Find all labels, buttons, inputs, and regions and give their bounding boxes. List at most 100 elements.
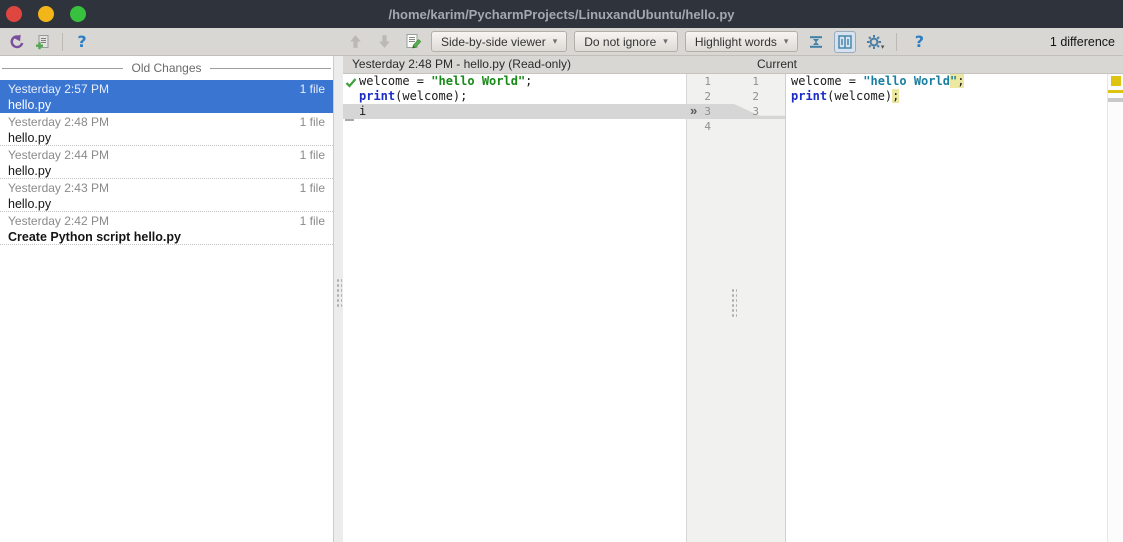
whitespace-policy-dropdown-label: Do not ignore xyxy=(584,34,657,49)
code-token: welcome = xyxy=(359,74,432,88)
viewer-type-dropdown-label: Side-by-side viewer xyxy=(441,34,546,49)
history-item-row: Yesterday 2:42 PM 1 file xyxy=(8,214,325,228)
history-item-row: Yesterday 2:48 PM 1 file xyxy=(8,115,325,129)
chevron-down-icon: ▾ xyxy=(663,36,668,46)
help-icon[interactable]: ? xyxy=(908,31,930,53)
panel-splitter[interactable] xyxy=(333,56,343,542)
splitter-grip-icon xyxy=(336,278,342,308)
edit-source-icon[interactable] xyxy=(402,31,424,53)
line-number: 3 xyxy=(752,105,759,118)
change-chevron-icon: » xyxy=(690,103,698,118)
window-controls xyxy=(6,6,86,22)
titlebar: /home/karim/PycharmProjects/LinuxandUbun… xyxy=(0,0,1123,28)
old-changes-header-label: Old Changes xyxy=(131,61,202,75)
code-token: (welcome); xyxy=(395,89,468,103)
history-item-file-count: 1 file xyxy=(299,214,325,228)
window-title: /home/karim/PycharmProjects/LinuxandUbun… xyxy=(388,6,735,22)
code-token: (welcome) xyxy=(827,89,893,103)
diff-viewer: Yesterday 2:48 PM - hello.py (Read-only)… xyxy=(343,56,1123,542)
history-panel: Old Changes Yesterday 2:57 PM 1 file hello… xyxy=(0,56,333,542)
synchronize-scrolling-toggle[interactable] xyxy=(834,30,857,53)
history-item-row: Yesterday 2:44 PM 1 file xyxy=(8,148,325,162)
previous-difference-icon[interactable] xyxy=(344,31,366,53)
help-icon[interactable]: ? xyxy=(71,31,93,53)
create-patch-icon[interactable] xyxy=(32,31,54,53)
code-line: print(welcome); xyxy=(786,89,1107,104)
diff-left-pane[interactable]: welcome = "hello World"; print(welcome); i xyxy=(343,74,686,542)
collapse-unchanged-icon[interactable] xyxy=(805,31,827,53)
history-item-name: Create Python script hello.py xyxy=(8,230,181,244)
code-line: welcome = "hello World"; xyxy=(786,74,1107,89)
history-item[interactable]: Yesterday 2:42 PM 1 file Create Python scr… xyxy=(0,212,333,245)
fold-marker-icon xyxy=(345,119,354,121)
whitespace-policy-dropdown[interactable]: Do not ignore ▾ xyxy=(574,31,678,52)
line-number: 2 xyxy=(752,90,759,103)
minimize-window-button[interactable] xyxy=(38,6,54,22)
warning-marker[interactable] xyxy=(1108,90,1123,93)
code-line: welcome = "hello World"; xyxy=(343,74,686,89)
code-token: ; xyxy=(892,89,900,103)
code-token: print xyxy=(359,89,396,103)
line-number: 1 xyxy=(704,75,711,88)
left-code: welcome = "hello World"; print(welcome); i xyxy=(343,74,686,134)
history-item-row: Yesterday 2:57 PM 1 file xyxy=(8,82,325,96)
highlight-mode-dropdown[interactable]: Highlight words ▾ xyxy=(684,31,799,52)
history-item[interactable]: Yesterday 2:44 PM 1 file hello.py xyxy=(0,146,333,179)
history-item-name: hello.py xyxy=(8,98,52,112)
history-item-file-count: 1 file xyxy=(299,115,325,129)
applied-check-icon xyxy=(345,76,357,94)
history-item[interactable]: Yesterday 2:43 PM 1 file hello.py xyxy=(0,179,333,212)
toolbar-separator xyxy=(896,32,898,51)
history-item-time: Yesterday 2:43 PM xyxy=(8,181,109,195)
history-item[interactable]: Yesterday 2:57 PM 1 file hello.py xyxy=(0,80,333,113)
diff-gutter: 1 2 3 4 1 2 3 » xyxy=(686,74,786,542)
chevron-down-icon: ▾ xyxy=(552,36,558,46)
history-item-time: Yesterday 2:57 PM xyxy=(8,82,109,96)
highlight-mode-dropdown-label: Highlight words xyxy=(694,34,777,49)
chevron-down-icon: ▾ xyxy=(783,36,789,46)
code-token: welcome = xyxy=(791,74,864,88)
code-token: print xyxy=(791,89,828,103)
toolbar: ? Side-by-side viewer ▾ Do not ignore ▾ … xyxy=(0,28,1123,56)
history-item[interactable]: Yesterday 2:48 PM 1 file hello.py xyxy=(0,113,333,146)
error-stripe[interactable] xyxy=(1107,74,1123,542)
viewer-type-dropdown[interactable]: Side-by-side viewer ▾ xyxy=(431,31,568,52)
code-line: i xyxy=(343,104,686,119)
line-number: 4 xyxy=(704,120,711,133)
diff-right-pane[interactable]: welcome = "hello World"; print(welcome); xyxy=(786,74,1107,542)
history-item-time: Yesterday 2:42 PM xyxy=(8,214,109,228)
history-item-file-count: 1 file xyxy=(299,82,325,96)
history-item-row: Yesterday 2:43 PM 1 file xyxy=(8,181,325,195)
history-item-file-count: 1 file xyxy=(299,148,325,162)
close-window-button[interactable] xyxy=(6,6,22,22)
diff-right-title: Current xyxy=(757,57,798,71)
code-line: print(welcome); xyxy=(343,89,686,104)
change-marker[interactable] xyxy=(1108,98,1123,102)
history-item-name: hello.py xyxy=(8,197,52,211)
main-area: Old Changes Yesterday 2:57 PM 1 file hello… xyxy=(0,56,1123,542)
difference-count-label: 1 difference xyxy=(1049,34,1115,49)
line-number: 2 xyxy=(704,90,711,103)
maximize-window-button[interactable] xyxy=(70,6,86,22)
history-item-name: hello.py xyxy=(8,131,52,145)
code-token: "hello World" xyxy=(431,74,526,88)
right-code: welcome = "hello World"; print(welcome); xyxy=(786,74,1107,119)
inspection-status-icon[interactable] xyxy=(1111,76,1121,86)
next-difference-icon[interactable] xyxy=(373,31,395,53)
code-token: ; xyxy=(525,74,533,88)
code-token: "hello World xyxy=(863,74,950,88)
diff-titles-bar: Yesterday 2:48 PM - hello.py (Read-only)… xyxy=(343,56,1123,74)
diff-left-title: Yesterday 2:48 PM - hello.py (Read-only) xyxy=(352,57,571,71)
right-line-numbers: 1 2 3 xyxy=(735,74,759,119)
revert-icon[interactable] xyxy=(6,31,28,53)
chevron-down-icon: ▾ xyxy=(880,43,885,51)
history-item-time: Yesterday 2:44 PM xyxy=(8,148,109,162)
history-item-name: hello.py xyxy=(8,164,52,178)
code-token: i xyxy=(359,104,367,118)
history-item-time: Yesterday 2:48 PM xyxy=(8,115,109,129)
splitter-grip-icon[interactable] xyxy=(731,288,737,318)
history-list: Yesterday 2:57 PM 1 file hello.py Yesterday… xyxy=(0,80,333,245)
settings-gear-icon[interactable]: ▾ xyxy=(863,31,885,53)
